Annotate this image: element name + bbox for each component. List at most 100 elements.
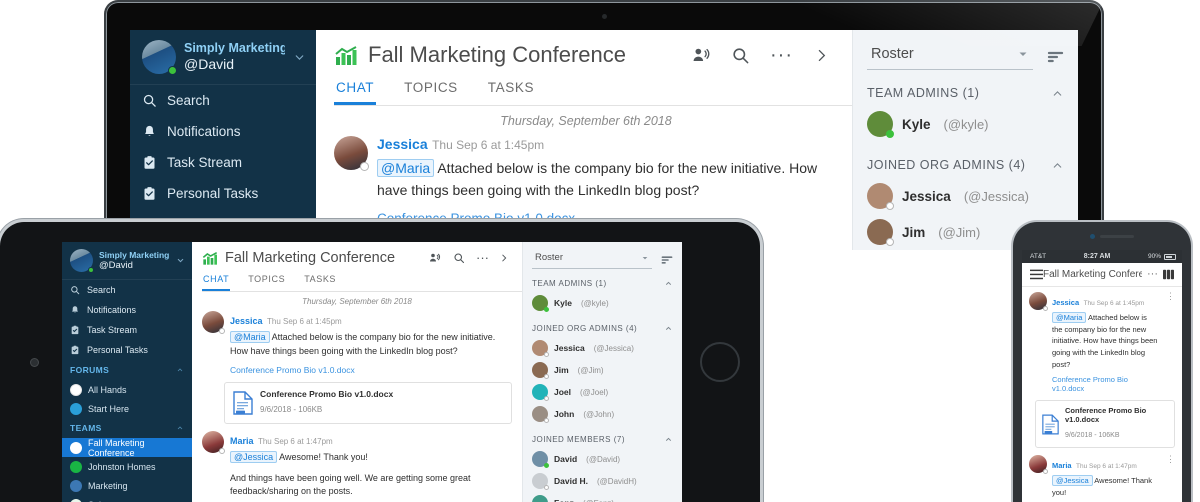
roster-person-row[interactable]: Jessica(@Jessica) xyxy=(523,337,682,359)
sidebar-user-switcher[interactable]: Simply Marketing @David xyxy=(130,30,316,85)
tab-tasks[interactable]: TASKS xyxy=(303,271,337,291)
message-feed[interactable]: Thursday, September 6th 2018 Jessica Thu… xyxy=(192,292,522,502)
roster-person-row[interactable]: Jim(@Jim) xyxy=(523,359,682,381)
more-horizontal-icon[interactable]: ··· xyxy=(760,49,803,61)
roster-icon[interactable] xyxy=(1163,269,1174,280)
roster-person-row[interactable]: Kyle (@kyle) xyxy=(853,106,1078,142)
chevron-up-icon[interactable] xyxy=(176,366,184,374)
mention-chip[interactable]: @Jessica xyxy=(230,451,277,463)
presence-ring-icon xyxy=(544,396,550,402)
sidebar-team-marketing[interactable]: Marketing xyxy=(62,476,192,495)
chevron-up-icon[interactable] xyxy=(176,424,184,432)
chat-header-icons: ··· xyxy=(682,46,840,65)
sort-icon[interactable] xyxy=(1033,50,1064,64)
more-vertical-icon[interactable]: ⋮ xyxy=(1163,455,1175,464)
mention-chip[interactable]: @Maria xyxy=(377,159,434,177)
roster-person-row[interactable]: Kyle (@kyle) xyxy=(523,292,682,314)
sidebar-team-sales[interactable]: Sales xyxy=(62,495,192,502)
message-author[interactable]: Jessica xyxy=(377,136,428,152)
sidebar-section-forums[interactable]: FORUMS xyxy=(62,360,192,380)
person-handle: (@Jessica) xyxy=(594,344,634,353)
sidebar-item-notifications[interactable]: Notifications xyxy=(62,300,192,320)
roster-section-header[interactable]: TEAM ADMINS (1) xyxy=(853,70,1078,106)
sidebar-section-teams[interactable]: TEAMS xyxy=(62,418,192,438)
roster-section-header[interactable]: JOINED MEMBERS (7) xyxy=(523,425,682,448)
chevron-down-icon[interactable] xyxy=(293,51,306,64)
tab-topics[interactable]: TOPICS xyxy=(402,76,460,105)
message-author[interactable]: Maria xyxy=(230,436,254,446)
attachment-card[interactable]: Conference Promo Bio v1.0.docx 9/6/2018 … xyxy=(224,382,512,424)
sidebar-item-personal-tasks[interactable]: Personal Tasks xyxy=(62,340,192,360)
roster-person-row[interactable]: John(@John) xyxy=(523,403,682,425)
sidebar-item-task-stream[interactable]: Task Stream xyxy=(62,320,192,340)
roster-person-row[interactable]: Jessica (@Jessica) xyxy=(853,178,1078,214)
roster-person-row[interactable]: David H.(@DavidH) xyxy=(523,470,682,492)
search-icon[interactable] xyxy=(447,252,471,264)
battery-percent-label: 90% xyxy=(1148,253,1161,260)
tab-chat[interactable]: CHAT xyxy=(334,76,376,105)
message-feed[interactable]: Jessica Thu Sep 6 at 1:45pm @Maria Attac… xyxy=(1022,287,1182,502)
chevron-down-icon[interactable] xyxy=(176,256,185,265)
mention-chip[interactable]: @Maria xyxy=(230,331,270,343)
sidebar-user-switcher[interactable]: Simply Marketing @David xyxy=(62,242,192,280)
sidebar-forum-all-hands[interactable]: All Hands xyxy=(62,380,192,399)
chevron-up-icon[interactable] xyxy=(664,435,673,444)
chevron-right-icon[interactable] xyxy=(494,253,514,263)
tablet-device: Simply Marketing @David Search Notificat… xyxy=(0,222,760,502)
message-author[interactable]: Jessica xyxy=(1052,298,1079,307)
message-author[interactable]: Jessica xyxy=(230,316,263,326)
chevron-up-icon[interactable] xyxy=(664,279,673,288)
chevron-down-icon[interactable] xyxy=(1017,48,1029,60)
more-horizontal-icon[interactable]: ··· xyxy=(471,254,494,262)
message-row: Jessica Thu Sep 6 at 1:45pm @Maria Attac… xyxy=(334,136,838,228)
sidebar-item-task-stream[interactable]: Task Stream xyxy=(130,147,316,178)
mention-chip[interactable]: @Jessica xyxy=(1052,475,1093,486)
sidebar-item-search[interactable]: Search xyxy=(62,280,192,300)
more-vertical-icon[interactable]: ⋮ xyxy=(1163,292,1175,301)
chevron-up-icon[interactable] xyxy=(1051,87,1064,100)
sort-icon[interactable] xyxy=(652,255,673,265)
team-avatar-icon xyxy=(70,442,82,454)
search-icon[interactable] xyxy=(721,46,760,65)
roster-selector[interactable]: Roster xyxy=(867,44,1033,70)
carrier-label: AT&T xyxy=(1030,253,1046,260)
avatar xyxy=(142,40,176,74)
sidebar-team-johnston-homes[interactable]: Johnston Homes xyxy=(62,457,192,476)
roster-person-row[interactable]: Joel(@Joel) xyxy=(523,381,682,403)
file-link[interactable]: Conference Promo Bio v1.0.docx xyxy=(1052,375,1158,393)
roster-selector[interactable]: Roster xyxy=(532,251,652,269)
roster-section-header[interactable]: JOINED ORG ADMINS (4) xyxy=(853,142,1078,178)
attachment-card[interactable]: Conference Promo Bio v1.0.docx 9/6/2018 … xyxy=(1035,400,1175,448)
presence-ring-icon xyxy=(544,485,550,491)
tablet-home-button[interactable] xyxy=(700,342,740,382)
tab-topics[interactable]: TOPICS xyxy=(247,271,286,291)
tab-chat[interactable]: CHAT xyxy=(202,271,230,291)
message-author[interactable]: Maria xyxy=(1052,461,1072,470)
chevron-up-icon[interactable] xyxy=(1051,159,1064,172)
chevron-down-icon[interactable] xyxy=(641,254,649,262)
tab-tasks[interactable]: TASKS xyxy=(486,76,536,105)
mention-chip[interactable]: @Maria xyxy=(1052,312,1086,323)
sidebar: Simply Marketing @David Search Notifi xyxy=(130,30,316,250)
presence-ring-icon xyxy=(886,202,894,210)
more-horizontal-icon[interactable]: ··· xyxy=(1142,271,1163,278)
roster-section-header[interactable]: TEAM ADMINS (1) xyxy=(523,269,682,292)
announce-icon[interactable] xyxy=(423,252,447,264)
chevron-right-icon[interactable] xyxy=(803,47,840,64)
chevron-up-icon[interactable] xyxy=(664,324,673,333)
sidebar-team-fall-marketing-conference[interactable]: Fall Marketing Conference xyxy=(62,438,192,457)
person-handle: (@Jim) xyxy=(578,366,604,375)
roster-section-header[interactable]: JOINED ORG ADMINS (4) xyxy=(523,314,682,337)
sidebar-item-personal-tasks[interactable]: Personal Tasks xyxy=(130,178,316,209)
sidebar-item-search[interactable]: Search xyxy=(130,85,316,116)
sidebar-forum-start-here[interactable]: Start Here xyxy=(62,399,192,418)
announce-icon[interactable] xyxy=(682,46,721,65)
roster-person-row[interactable]: Fonz(@Fonz) xyxy=(523,492,682,502)
team-avatar-icon xyxy=(70,461,82,473)
roster-person-row[interactable]: David(@David) xyxy=(523,448,682,470)
sidebar-item-notifications[interactable]: Notifications xyxy=(130,116,316,147)
hamburger-icon[interactable] xyxy=(1030,269,1043,280)
bell-icon xyxy=(142,124,157,139)
device-showcase: Simply Marketing @David Search Notifi xyxy=(0,0,1200,502)
file-link[interactable]: Conference Promo Bio v1.0.docx xyxy=(230,365,355,375)
